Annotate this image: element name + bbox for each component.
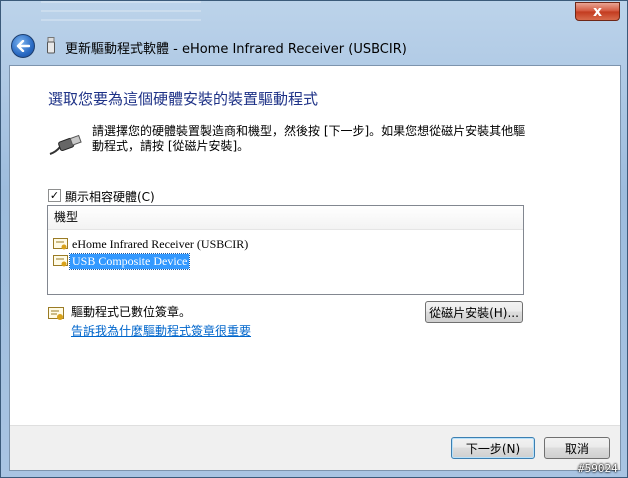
window-frame: x 更新驅動程式軟體 - eHome Infrared Receiver (US… <box>0 0 628 478</box>
instruction-text: 請選擇您的硬體裝置製造商和機型，然後按 [下一步]。如果您想從磁片安裝其他驅動程… <box>92 124 526 153</box>
signing-info-link[interactable]: 告訴我為什麼驅動程式簽章很重要 <box>71 322 251 339</box>
close-icon: x <box>592 3 603 20</box>
list-item-label: USB Composite Device <box>68 253 191 270</box>
signed-status-text: 驅動程式已數位簽章。 <box>71 305 192 319</box>
signed-driver-icon <box>48 307 64 320</box>
window-title: 更新驅動程式軟體 - eHome Infrared Receiver (USBC… <box>65 42 407 57</box>
list-item-selected[interactable]: USB Composite Device <box>53 253 523 270</box>
close-button[interactable]: x <box>575 2 620 21</box>
list-item-label: eHome Infrared Receiver (USBCIR) <box>72 237 249 251</box>
dialog-footer: 下一步(N) 取消 <box>10 425 620 470</box>
next-button[interactable]: 下一步(N) <box>451 437 535 459</box>
list-column-header[interactable]: 機型 <box>48 206 523 230</box>
cancel-button[interactable]: 取消 <box>544 437 610 459</box>
driver-certificate-icon <box>53 238 68 250</box>
show-compatible-label[interactable]: 顯示相容硬體(C) <box>65 188 155 205</box>
watermark-text: #59024 <box>578 462 618 475</box>
list-item[interactable]: eHome Infrared Receiver (USBCIR) <box>53 236 523 253</box>
usb-cable-icon <box>49 134 82 155</box>
dialog-content: 選取您要為這個硬體安裝的裝置驅動程式 請選擇您的硬體裝置製造商和機型，然後按 [… <box>9 65 621 471</box>
usb-device-icon <box>47 37 55 54</box>
back-button[interactable] <box>11 34 35 58</box>
show-compatible-checkbox[interactable]: ✓ <box>48 189 61 202</box>
background-blur <box>41 1 201 27</box>
page-heading: 選取您要為這個硬體安裝的裝置驅動程式 <box>48 90 319 108</box>
model-list[interactable]: 機型 eHome Infrared Receiver (USBCIR) USB … <box>47 205 524 295</box>
checkmark-icon: ✓ <box>49 189 60 202</box>
have-disk-button[interactable]: 從磁片安裝(H)... <box>425 301 523 323</box>
driver-certificate-icon <box>53 255 68 267</box>
arrow-left-icon <box>16 40 30 52</box>
